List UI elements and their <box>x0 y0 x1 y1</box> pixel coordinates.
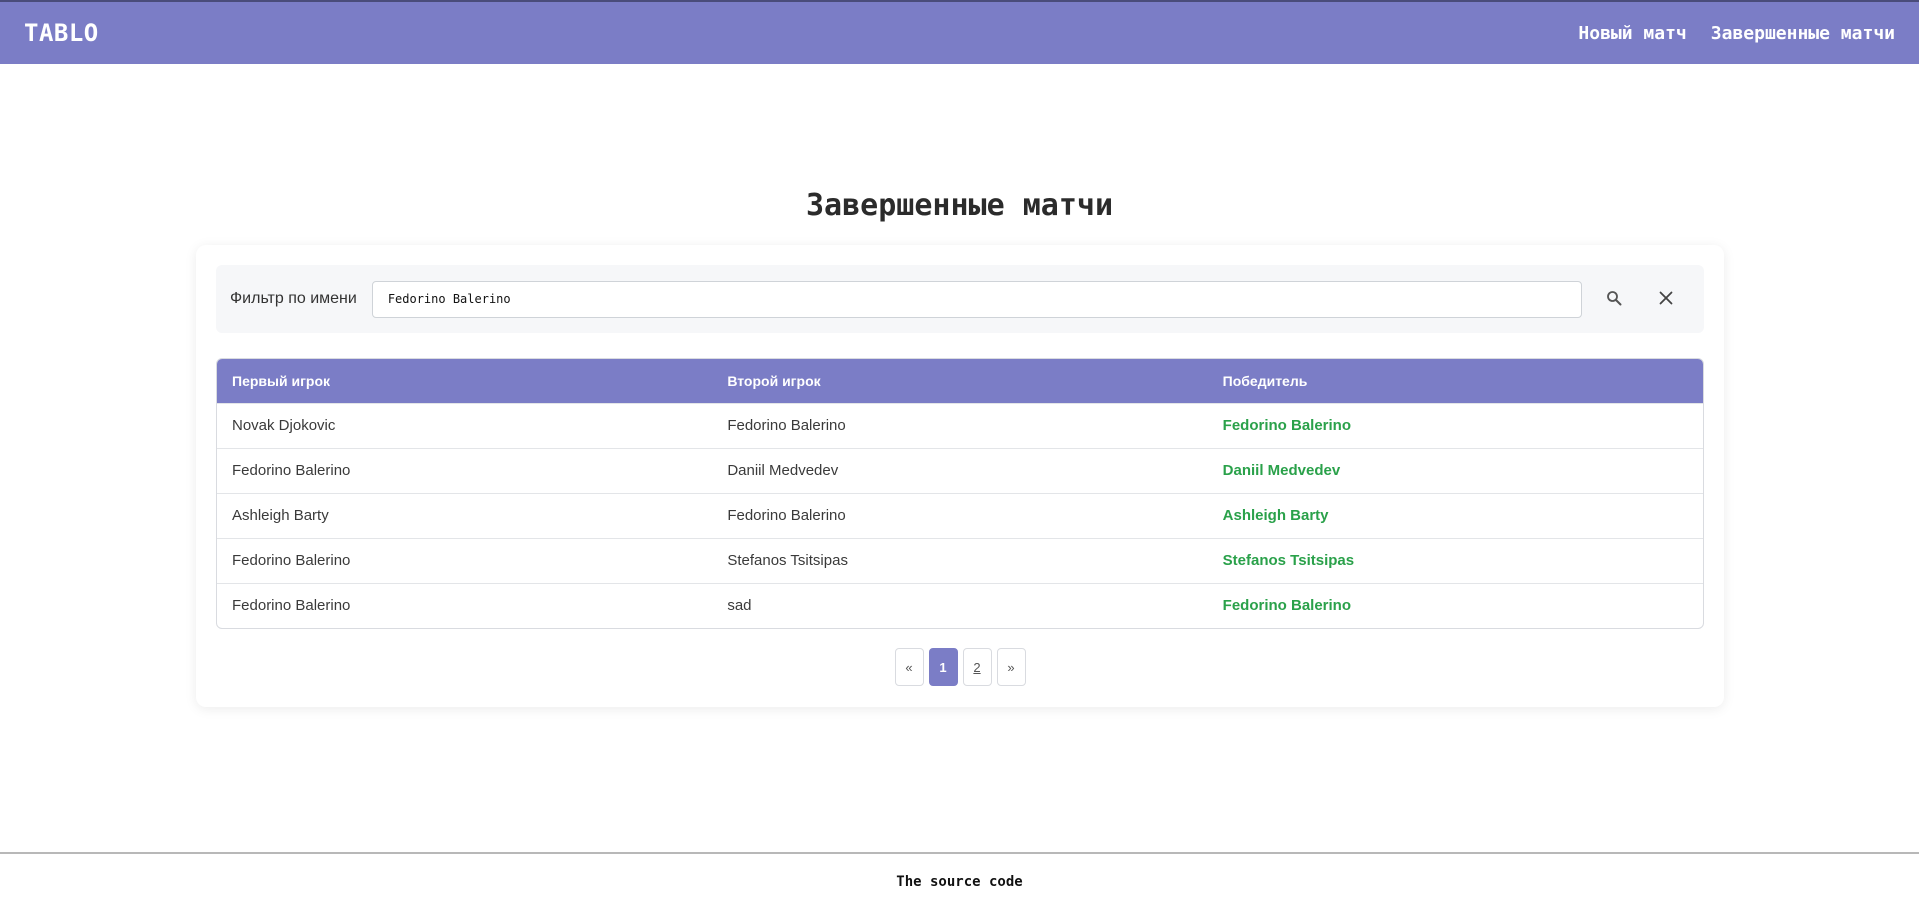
table-row: Novak Djokovic Fedorino Balerino Fedorin… <box>217 402 1703 448</box>
winner-cell: Stefanos Tsitsipas <box>1207 537 1703 583</box>
column-header-player2: Второй игрок <box>727 372 821 389</box>
name-filter-input[interactable] <box>371 280 1582 318</box>
player1-cell: Fedorino Balerino <box>217 582 713 628</box>
player2-cell: Fedorino Balerino <box>712 402 1208 448</box>
nav-new-match[interactable]: Новый матч <box>1578 23 1686 44</box>
pagination-page-2[interactable]: 2 <box>962 648 992 686</box>
pagination-next-button[interactable]: » <box>996 648 1026 686</box>
close-icon <box>1659 291 1673 308</box>
matches-table: Первый игрок Второй игрок Победитель Nov… <box>216 358 1704 629</box>
nav-finished-matches[interactable]: Завершенные матчи <box>1711 23 1895 44</box>
player1-cell: Fedorino Balerino <box>217 537 713 583</box>
top-navbar: TABLO Новый матч Завершенные матчи <box>0 0 1919 64</box>
table-header-row: Первый игрок Второй игрок Победитель <box>217 359 1703 403</box>
column-header-winner: Победитель <box>1222 372 1308 389</box>
pagination: « 1 2 » <box>196 648 1724 686</box>
table-row: Ashleigh Barty Fedorino Balerino Ashleig… <box>217 492 1703 538</box>
pagination-page-1[interactable]: 1 <box>928 648 958 686</box>
player1-cell: Ashleigh Barty <box>217 492 713 538</box>
search-button[interactable] <box>1594 279 1634 319</box>
search-icon <box>1606 290 1622 309</box>
logo[interactable]: TABLO <box>24 19 99 47</box>
winner-cell: Fedorino Balerino <box>1207 582 1703 628</box>
clear-filter-button[interactable] <box>1646 279 1686 319</box>
column-header-player1: Первый игрок <box>232 372 331 389</box>
source-code-link[interactable]: The source code <box>896 874 1022 890</box>
winner-cell: Ashleigh Barty <box>1207 492 1703 538</box>
filter-label: Фильтр по имени <box>230 290 357 307</box>
matches-card: Фильтр по имени Первый игрок <box>196 245 1724 707</box>
table-row: Fedorino Balerino sad Fedorino Balerino <box>217 582 1703 628</box>
main-nav: Новый матч Завершенные матчи <box>1578 23 1895 44</box>
winner-cell: Fedorino Balerino <box>1207 402 1703 448</box>
player2-cell: sad <box>712 582 1208 628</box>
player2-cell: Stefanos Tsitsipas <box>712 537 1208 583</box>
winner-cell: Daniil Medvedev <box>1207 447 1703 493</box>
player1-cell: Fedorino Balerino <box>217 447 713 493</box>
filter-bar: Фильтр по имени <box>216 265 1704 333</box>
player2-cell: Daniil Medvedev <box>712 447 1208 493</box>
table-row: Fedorino Balerino Stefanos Tsitsipas Ste… <box>217 537 1703 583</box>
page-title: Завершенные матчи <box>805 188 1114 223</box>
player2-cell: Fedorino Balerino <box>712 492 1208 538</box>
table-row: Fedorino Balerino Daniil Medvedev Daniil… <box>217 447 1703 493</box>
footer: The source code <box>0 852 1919 910</box>
pagination-prev-button[interactable]: « <box>894 648 924 686</box>
player1-cell: Novak Djokovic <box>217 402 713 448</box>
